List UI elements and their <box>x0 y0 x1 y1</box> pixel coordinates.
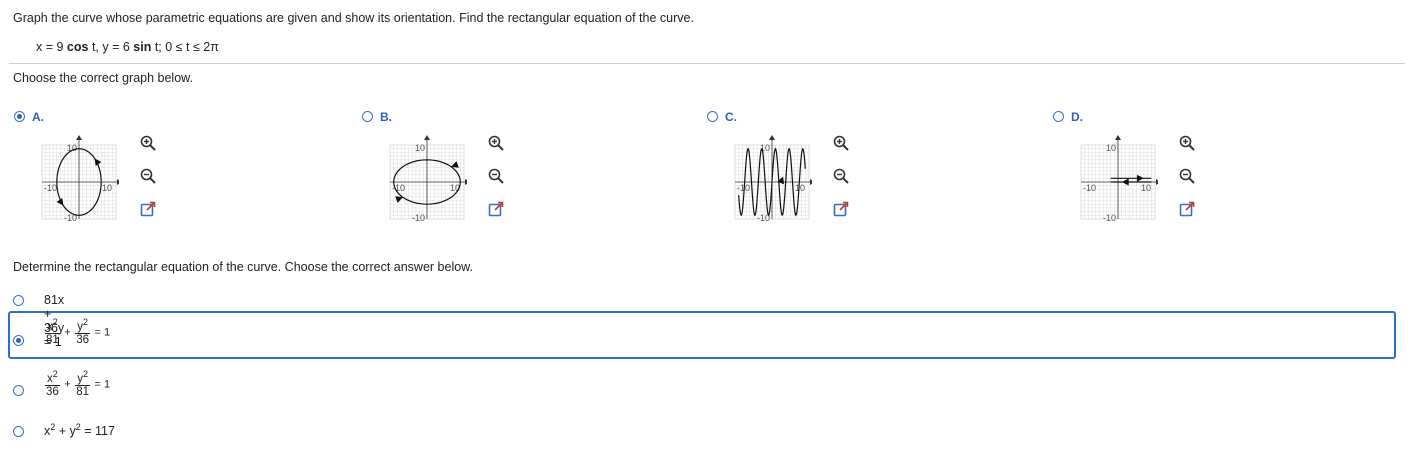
zoom-in-icon[interactable] <box>1177 133 1197 153</box>
x-axis-arrow <box>810 179 812 185</box>
radio-button[interactable] <box>13 426 24 437</box>
expand-icon[interactable] <box>831 199 851 219</box>
fraction-y2-36: y2 36 <box>75 317 90 346</box>
option-letter: B. <box>380 110 392 124</box>
tick-label-left: -10 <box>44 183 57 193</box>
expand-icon[interactable] <box>138 199 158 219</box>
zoom-out-icon[interactable] <box>831 166 851 186</box>
tick-label-right: 10 <box>102 183 112 193</box>
graph-thumbnail-c[interactable]: 10 -10 -10 10 <box>732 133 812 221</box>
tick-label-right: 10 <box>1141 183 1151 193</box>
fraction-x2-36: x2 36 <box>45 369 60 398</box>
y-axis-arrow <box>424 135 430 140</box>
graph-thumbnail-b[interactable]: 10 -10 -10 10 <box>387 133 467 221</box>
radio-button-selected[interactable] <box>13 335 24 346</box>
radio-button[interactable] <box>362 111 373 122</box>
tick-label-right: 10 <box>795 183 805 193</box>
option-letter: C. <box>725 110 737 124</box>
zoom-in-icon[interactable] <box>486 133 506 153</box>
y-axis-arrow <box>769 135 775 140</box>
radio-button[interactable] <box>1053 111 1064 122</box>
tick-label-bottom: -10 <box>1103 213 1116 221</box>
radio-button[interactable] <box>707 111 718 122</box>
y-axis-arrow <box>1115 135 1121 140</box>
tick-label-top: 10 <box>760 143 770 153</box>
zoom-in-icon[interactable] <box>831 133 851 153</box>
expand-icon[interactable] <box>1177 199 1197 219</box>
fraction-y2-81: y2 81 <box>75 369 90 398</box>
x-axis-arrow <box>1156 179 1158 185</box>
option-letter: D. <box>1071 110 1083 124</box>
x-axis-arrow <box>117 179 119 185</box>
radio-button[interactable] <box>13 385 24 396</box>
graph-thumbnail-a[interactable]: 10 -10 -10 10 <box>39 133 119 221</box>
radio-button[interactable] <box>13 295 24 306</box>
zoom-out-icon[interactable] <box>486 166 506 186</box>
zoom-out-icon[interactable] <box>138 166 158 186</box>
y-axis-arrow <box>76 135 82 140</box>
question-prompt: Graph the curve whose parametric equatio… <box>13 11 694 25</box>
part2-instruction: Determine the rectangular equation of th… <box>13 260 473 274</box>
expand-icon[interactable] <box>486 199 506 219</box>
x-axis-arrow <box>465 179 467 185</box>
option-letter: A. <box>32 110 44 124</box>
selected-answer-highlight <box>8 311 1396 359</box>
tick-label-bottom: -10 <box>412 213 425 221</box>
fraction-x2-81: x2 81 <box>45 317 60 346</box>
zoom-out-icon[interactable] <box>1177 166 1197 186</box>
radio-button[interactable] <box>14 111 25 122</box>
tick-label-top: 10 <box>67 143 77 153</box>
parametric-equations: x = 9 cos t, y = 6 sin t; 0 ≤ t ≤ 2π <box>36 40 219 54</box>
zoom-in-icon[interactable] <box>138 133 158 153</box>
divider <box>9 63 1405 64</box>
graph-thumbnail-d[interactable]: 10 -10 -10 10 <box>1078 133 1158 221</box>
tick-label-top: 10 <box>415 143 425 153</box>
part1-instruction: Choose the correct graph below. <box>13 71 193 85</box>
tick-label-left: -10 <box>1083 183 1096 193</box>
tick-label-top: 10 <box>1106 143 1116 153</box>
